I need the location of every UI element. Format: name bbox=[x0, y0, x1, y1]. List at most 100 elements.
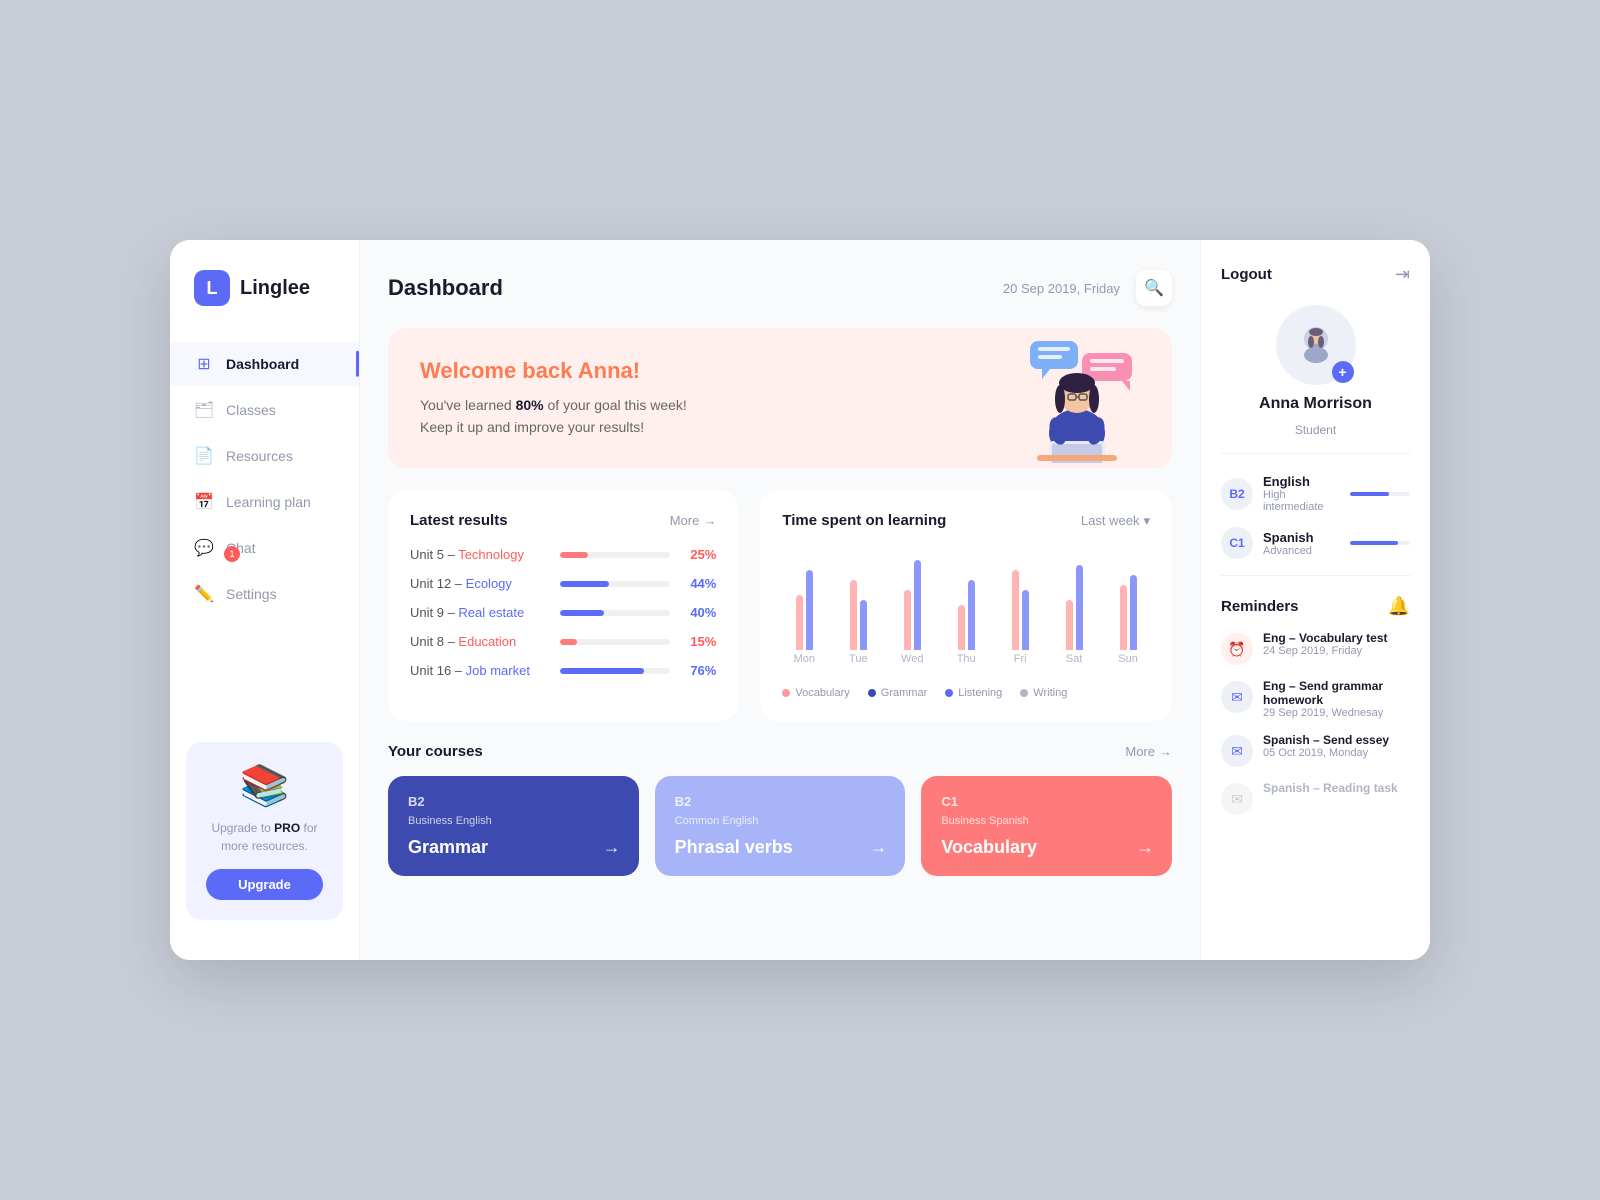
reminder-icon-grammar-hw: ✉ bbox=[1221, 681, 1253, 713]
welcome-body: You've learned 80% of your goal this wee… bbox=[420, 394, 687, 439]
course-category-vocab: Business Spanish bbox=[941, 815, 1152, 827]
sidebar-item-classes[interactable]: 🗂 Classes bbox=[170, 388, 359, 432]
welcome-illustration bbox=[982, 328, 1142, 468]
sidebar-item-dashboard[interactable]: ⊞ Dashboard bbox=[170, 342, 359, 386]
course-arrow-phrasal: → bbox=[869, 837, 887, 858]
lang-sublevel-spanish: Advanced bbox=[1263, 545, 1340, 557]
progress-wrap-4 bbox=[560, 639, 670, 645]
languages-section: B2 English High intermediate C1 Spanish … bbox=[1221, 474, 1410, 576]
upgrade-section: 📚 Upgrade to PRO for more resources. Upg… bbox=[186, 742, 343, 920]
day-sat: Sat bbox=[1052, 540, 1096, 671]
day-label-sun: Sun bbox=[1118, 653, 1138, 665]
course-level-grammar: B2 bbox=[408, 794, 619, 809]
chart-bars-area: Mon Tue bbox=[782, 545, 1150, 675]
day-mon: Mon bbox=[782, 540, 826, 671]
page-title: Dashboard bbox=[388, 275, 503, 301]
sidebar-item-resources[interactable]: 📄 Resources bbox=[170, 434, 359, 478]
avatar-plus-button[interactable]: + bbox=[1332, 361, 1354, 383]
course-level-vocab: C1 bbox=[941, 794, 1152, 809]
sidebar-item-learning-plan[interactable]: 📅 Learning plan bbox=[170, 480, 359, 524]
legend-dot-vocabulary bbox=[782, 689, 790, 697]
day-wed: Wed bbox=[890, 540, 934, 671]
day-tue: Tue bbox=[836, 540, 880, 671]
legend-writing: Writing bbox=[1020, 687, 1067, 699]
legend-listening: Listening bbox=[945, 687, 1002, 699]
reminder-info-1: Eng – Vocabulary test 24 Sep 2019, Frida… bbox=[1263, 631, 1387, 657]
result-row-2: Unit 12 – Ecology 44% bbox=[410, 576, 716, 591]
logo-name: Linglee bbox=[240, 277, 310, 300]
courses-grid: B2 Business English Grammar → B2 Common … bbox=[388, 776, 1172, 876]
lang-info-english: English High intermediate bbox=[1263, 474, 1340, 513]
legend-dot-writing bbox=[1020, 689, 1028, 697]
welcome-banner: Welcome back Anna! You've learned 80% of… bbox=[388, 328, 1172, 468]
app-container: L Linglee ⊞ Dashboard 🗂 Classes 📄 Resour… bbox=[170, 240, 1430, 960]
cards-row: Latest results More → Unit 5 – Technolog… bbox=[388, 490, 1172, 721]
period-select[interactable]: Last week ▾ bbox=[1081, 513, 1150, 529]
reminder-item-1: ⏰ Eng – Vocabulary test 24 Sep 2019, Fri… bbox=[1221, 631, 1410, 665]
result-row-1: Unit 5 – Technology 25% bbox=[410, 547, 716, 562]
course-card-phrasal[interactable]: B2 Common English Phrasal verbs → bbox=[655, 776, 906, 876]
main-content: Dashboard 20 Sep 2019, Friday 🔍 Welcome … bbox=[360, 240, 1200, 960]
courses-more-text: More bbox=[1125, 744, 1155, 759]
course-card-grammar[interactable]: B2 Business English Grammar → bbox=[388, 776, 639, 876]
results-more-link[interactable]: More → bbox=[670, 513, 717, 528]
sidebar-nav: ⊞ Dashboard 🗂 Classes 📄 Resources 📅 Lear… bbox=[170, 342, 359, 722]
reminder-item-2: ✉ Eng – Send grammar homework 29 Sep 201… bbox=[1221, 679, 1410, 719]
chevron-down-icon: ▾ bbox=[1143, 513, 1150, 529]
course-category-grammar: Business English bbox=[408, 815, 619, 827]
date-display: 20 Sep 2019, Friday bbox=[1003, 281, 1120, 296]
bar-fri-pink bbox=[1012, 570, 1019, 650]
reminder-name-1: Eng – Vocabulary test bbox=[1263, 631, 1387, 645]
reminder-info-2: Eng – Send grammar homework 29 Sep 2019,… bbox=[1263, 679, 1410, 719]
main-header: Dashboard 20 Sep 2019, Friday 🔍 bbox=[388, 270, 1172, 306]
bar-fri-blue bbox=[1022, 590, 1029, 650]
reminders-title: Reminders bbox=[1221, 598, 1299, 615]
results-title: Latest results bbox=[410, 512, 508, 529]
lang-progress-fill-english bbox=[1350, 492, 1389, 496]
lang-progress-spanish bbox=[1350, 541, 1410, 545]
sidebar-item-chat[interactable]: 💬 1 Chat bbox=[170, 526, 359, 570]
result-pct-2: 44% bbox=[680, 576, 716, 591]
progress-wrap-3 bbox=[560, 610, 670, 616]
progress-wrap-5 bbox=[560, 668, 670, 674]
bar-sun-blue bbox=[1130, 575, 1137, 650]
results-list: Unit 5 – Technology 25% Unit 12 – Ecolog… bbox=[410, 547, 716, 678]
bars-mon bbox=[796, 540, 813, 650]
sidebar-label-learning-plan: Learning plan bbox=[226, 494, 311, 510]
progress-wrap-1 bbox=[560, 552, 670, 558]
progress-fill-1 bbox=[560, 552, 588, 558]
upgrade-text: Upgrade to PRO for more resources. bbox=[206, 819, 323, 855]
girl-svg bbox=[982, 333, 1142, 463]
lang-row-spanish: C1 Spanish Advanced bbox=[1221, 527, 1410, 559]
chat-badge: 1 bbox=[224, 546, 240, 562]
result-label-3: Unit 9 – Real estate bbox=[410, 605, 550, 620]
courses-section: Your courses More → B2 Business English … bbox=[388, 743, 1172, 876]
legend-dot-listening bbox=[945, 689, 953, 697]
sidebar-item-settings[interactable]: ✏️ Settings bbox=[170, 572, 359, 616]
legend-label-vocabulary: Vocabulary bbox=[795, 687, 849, 699]
result-row-3: Unit 9 – Real estate 40% bbox=[410, 605, 716, 620]
avatar-svg bbox=[1290, 319, 1342, 371]
course-card-vocabulary[interactable]: C1 Business Spanish Vocabulary → bbox=[921, 776, 1172, 876]
bars-fri bbox=[1012, 540, 1029, 650]
welcome-text: Welcome back Anna! You've learned 80% of… bbox=[420, 358, 687, 439]
reminder-item-4: ✉ Spanish – Reading task bbox=[1221, 781, 1410, 815]
bar-sat-pink bbox=[1066, 600, 1073, 650]
header-right: 20 Sep 2019, Friday 🔍 bbox=[1003, 270, 1172, 306]
search-button[interactable]: 🔍 bbox=[1136, 270, 1172, 306]
lang-sublevel-english: High intermediate bbox=[1263, 489, 1340, 513]
reminders-section: Reminders 🔔 ⏰ Eng – Vocabulary test 24 S… bbox=[1221, 596, 1410, 936]
day-thu: Thu bbox=[944, 540, 988, 671]
legend-label-writing: Writing bbox=[1033, 687, 1067, 699]
courses-more-link[interactable]: More → bbox=[1125, 744, 1172, 759]
lang-level-english: B2 bbox=[1221, 478, 1253, 510]
bell-icon[interactable]: 🔔 bbox=[1388, 596, 1410, 617]
logout-icon[interactable]: ⇥ bbox=[1395, 264, 1410, 285]
progress-fill-5 bbox=[560, 668, 644, 674]
upgrade-button[interactable]: Upgrade bbox=[206, 869, 323, 900]
day-label-wed: Wed bbox=[901, 653, 923, 665]
legend-grammar: Grammar bbox=[868, 687, 927, 699]
bar-sun-pink bbox=[1120, 585, 1127, 650]
lang-name-spanish: Spanish bbox=[1263, 530, 1340, 545]
bars-tue bbox=[850, 540, 867, 650]
